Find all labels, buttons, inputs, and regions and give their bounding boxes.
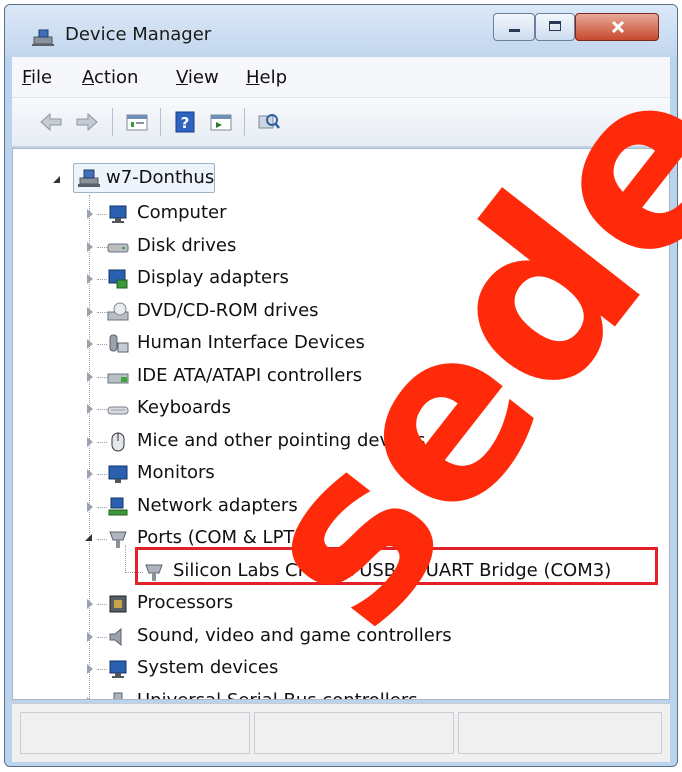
expander-monitor[interactable] [87, 469, 93, 479]
tree-item-label: Universal Serial Bus controllers [137, 689, 418, 700]
highlight-box [135, 547, 658, 585]
expander-ide-controller[interactable] [87, 371, 93, 382]
processor-icon [109, 595, 127, 613]
tree-item-label: Display adapters [137, 267, 289, 288]
sound-icon [109, 627, 122, 646]
device-manager-window: Device Manager File Action View Help ? w… [4, 4, 678, 767]
usb-icon [113, 692, 123, 699]
expander-hid[interactable] [87, 339, 93, 349]
device-tree[interactable]: w7-Donthus Computer Disk drives Display ad… [12, 148, 670, 700]
tree-item[interactable]: IDE ATA/ATAPI controllers [107, 362, 607, 392]
expander-dvd-drive[interactable] [87, 306, 93, 317]
tree-item-label: Sound, video and game controllers [137, 624, 452, 646]
tree-item[interactable]: DVD/CD-ROM drives [107, 297, 607, 327]
expander-display-adapter[interactable] [87, 274, 93, 284]
root-expander[interactable] [53, 176, 60, 183]
tree-item[interactable]: Sound, video and game controllers [107, 622, 607, 652]
menu-view[interactable]: View [176, 67, 219, 88]
properties-icon[interactable] [124, 110, 150, 134]
tree-item[interactable]: Computer [107, 199, 607, 229]
tree-item[interactable]: Network adapters [107, 492, 607, 522]
mouse-icon [111, 432, 125, 451]
disk-drive-icon [107, 243, 129, 252]
tree-item[interactable]: Universal Serial Bus controllers [107, 687, 607, 700]
computer-icon [109, 205, 127, 223]
expander-network-adapter[interactable] [87, 501, 93, 512]
device-manager-icon [32, 29, 54, 46]
menu-bar: File Action View Help [12, 57, 670, 98]
hid-icon [109, 334, 129, 353]
tree-item[interactable]: Human Interface Devices [107, 329, 607, 359]
expander-processor[interactable] [87, 599, 93, 609]
minimize-icon [509, 29, 520, 32]
display-adapter-icon [108, 269, 128, 289]
expander-keyboard[interactable] [87, 404, 93, 414]
tree-item-label: Mice and other pointing devices [137, 429, 426, 451]
tree-item-label: DVD/CD-ROM drives [137, 299, 319, 321]
close-icon [611, 20, 625, 34]
tree-item-label: Network adapters [137, 494, 298, 516]
help-icon[interactable]: ? [172, 110, 198, 134]
menu-file[interactable]: File [22, 67, 52, 88]
status-pane-3 [458, 712, 662, 754]
title-bar[interactable]: Device Manager [5, 5, 677, 57]
expander-port[interactable] [85, 534, 92, 541]
network-adapter-icon [108, 497, 128, 515]
dvd-drive-icon [107, 302, 129, 320]
expander-disk-drive[interactable] [87, 241, 93, 252]
status-bar [12, 703, 670, 762]
tree-item-label: Monitors [137, 462, 215, 483]
expander-mouse[interactable] [87, 436, 93, 447]
tree-item[interactable]: Keyboards [107, 394, 607, 424]
window-title: Device Manager [65, 24, 212, 45]
expander-computer[interactable] [87, 209, 93, 219]
back-icon[interactable] [38, 110, 64, 134]
tree-item[interactable]: System devices [107, 654, 607, 684]
forward-icon[interactable] [74, 110, 100, 134]
keyboard-icon [107, 406, 129, 415]
toolbar: ? [12, 98, 670, 147]
tree-item-label: Keyboards [137, 397, 231, 418]
tree-item[interactable]: Monitors [107, 459, 607, 489]
tree-item-label: Processors [137, 592, 234, 613]
maximize-icon [549, 21, 561, 31]
minimize-button[interactable] [493, 13, 535, 41]
tree-item-label: Human Interface Devices [137, 332, 365, 353]
ide-controller-icon [107, 373, 129, 383]
scan-hardware-icon[interactable] [256, 110, 282, 134]
update-driver-icon[interactable] [208, 110, 234, 134]
tree-root-label: w7-Donthus [106, 167, 215, 188]
monitor-icon [108, 465, 128, 483]
status-pane-1 [20, 712, 250, 754]
tree-item-label: Computer [137, 202, 227, 223]
computer-network-icon [78, 169, 100, 187]
maximize-button[interactable] [535, 13, 575, 41]
menu-help[interactable]: Help [246, 67, 287, 88]
svg-text:?: ? [181, 114, 190, 132]
tree-item[interactable]: Processors [107, 589, 607, 619]
tree-root[interactable]: w7-Donthus [73, 163, 215, 193]
tree-item-label: IDE ATA/ATAPI controllers [137, 364, 363, 386]
close-button[interactable] [575, 13, 659, 41]
tree-item-label: Disk drives [137, 234, 237, 256]
expander-usb[interactable] [87, 696, 93, 699]
status-pane-2 [254, 712, 454, 754]
expander-system-device[interactable] [87, 664, 93, 674]
tree-item-label: Ports (COM & LPT) [137, 527, 302, 548]
expander-sound[interactable] [87, 631, 93, 642]
tree-item[interactable]: Disk drives [107, 232, 607, 262]
tree-item[interactable]: Display adapters [107, 264, 607, 294]
menu-action[interactable]: Action [82, 67, 138, 88]
tree-item-label: System devices [137, 657, 279, 678]
system-device-icon [109, 660, 127, 678]
tree-item[interactable]: Mice and other pointing devices [107, 427, 607, 457]
